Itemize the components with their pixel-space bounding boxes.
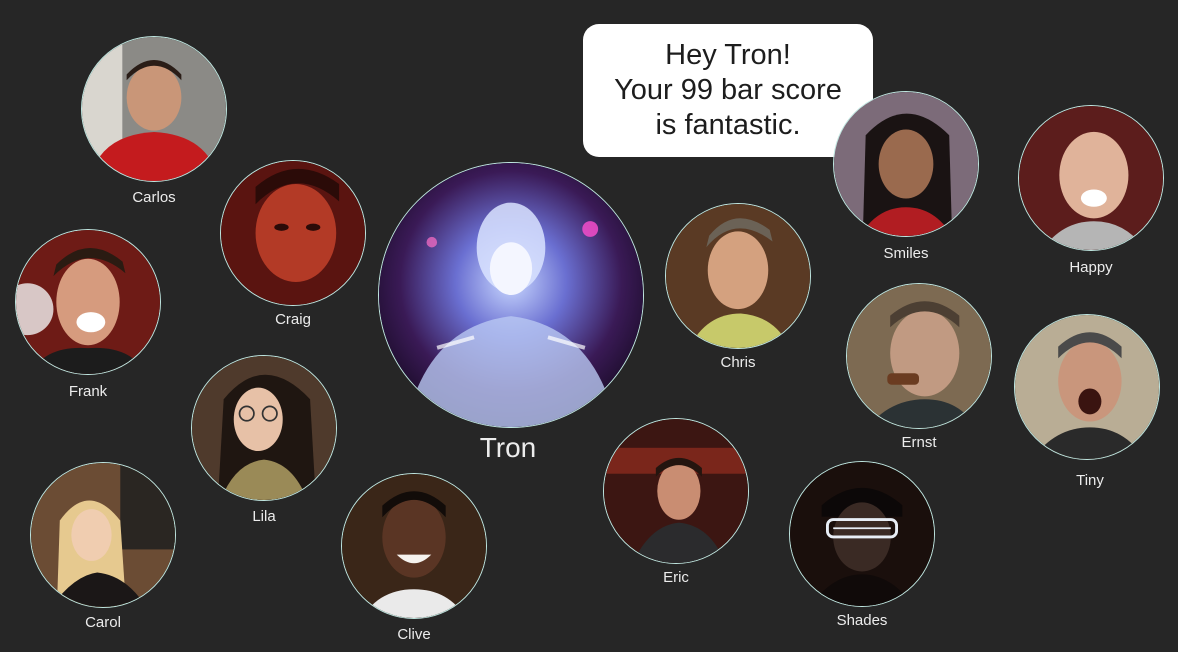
avatar-label-carlos: Carlos [132,189,176,206]
avatar-clive[interactable] [341,473,487,619]
avatar-label-ernst: Ernst [901,434,937,451]
avatar-happy[interactable] [1018,105,1164,251]
avatar-carlos[interactable] [81,36,227,182]
speech-line-3: is fantastic. [655,108,801,141]
avatar-tiny[interactable] [1014,314,1160,460]
avatar-label-frank: Frank [68,383,108,400]
speech-bubble: Hey Tron! Your 99 bar score is fantastic… [583,24,873,157]
avatar-chris[interactable] [665,203,811,349]
speech-line-1: Hey Tron! [665,39,791,72]
avatar-lila[interactable] [191,355,337,501]
avatar-tron[interactable] [378,162,644,428]
avatar-label-tiny: Tiny [1076,472,1104,489]
speech-line-2: Your 99 bar score [614,74,842,107]
avatar-shades[interactable] [789,461,935,607]
avatar-craig[interactable] [220,160,366,306]
avatar-label-chris: Chris [720,354,756,371]
avatar-label-eric: Eric [663,569,689,586]
avatar-label-carol: Carol [85,614,121,631]
avatar-label-shades: Shades [836,612,888,629]
avatar-label-tron: Tron [479,432,537,463]
avatar-frank[interactable] [15,229,161,375]
avatar-carol[interactable] [30,462,176,608]
avatar-smiles[interactable] [833,91,979,237]
avatar-label-lila: Lila [252,508,276,525]
avatar-eric[interactable] [603,418,749,564]
avatar-label-craig: Craig [275,311,311,328]
avatar-label-clive: Clive [397,626,431,643]
avatar-label-smiles: Smiles [883,245,929,262]
avatar-label-happy: Happy [1069,259,1113,276]
avatar-ernst[interactable] [846,283,992,429]
